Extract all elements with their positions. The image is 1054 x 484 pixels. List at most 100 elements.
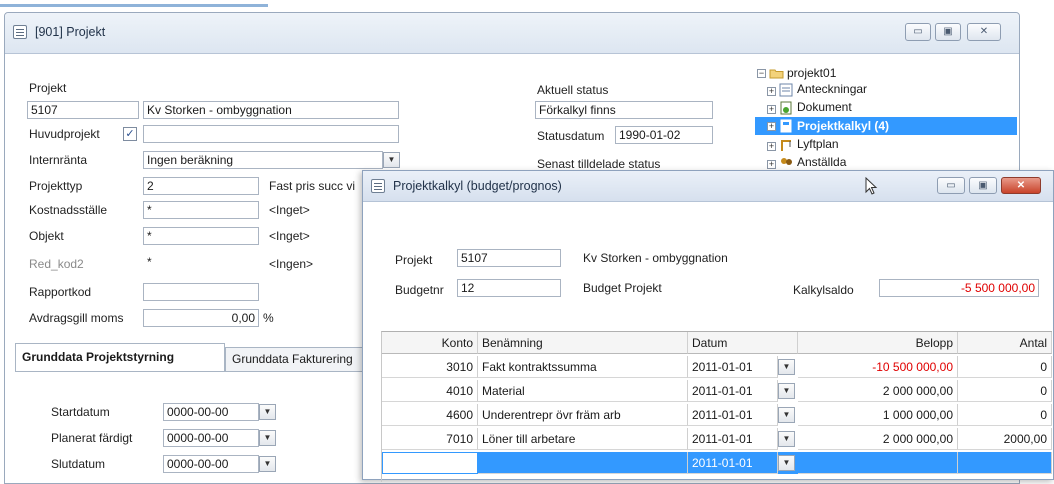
crane-icon <box>781 140 791 151</box>
column-header-antal[interactable]: Antal <box>958 332 1052 354</box>
column-header-konto[interactable]: Konto <box>382 332 478 354</box>
aktuell-status-label: Aktuell status <box>537 83 609 97</box>
avdragsgill-moms-label: Avdragsgill moms <box>29 311 124 325</box>
expand-icon[interactable]: + <box>767 122 776 131</box>
table-row-belopp[interactable]: 2 000 000,00 <box>798 428 958 450</box>
table-row-konto[interactable]: 4010 <box>382 380 478 402</box>
objekt-label: Objekt <box>29 229 64 243</box>
projekt-number-field[interactable]: 5107 <box>27 101 139 119</box>
child-maximize-button[interactable]: ▣ <box>969 177 997 194</box>
date-dropdown-icon[interactable]: ▼ <box>778 359 795 375</box>
table-row-konto[interactable]: 3010 <box>382 356 478 378</box>
date-dropdown-icon[interactable]: ▼ <box>778 455 795 471</box>
table-row-antal[interactable] <box>958 452 1052 474</box>
table-row-antal[interactable]: 0 <box>958 356 1052 378</box>
table-row-benamning[interactable]: Fakt kontraktssumma <box>478 356 688 378</box>
expand-icon[interactable]: + <box>767 87 776 96</box>
maximize-button[interactable]: ▣ <box>935 23 961 41</box>
table-row-belopp[interactable]: 1 000 000,00 <box>798 404 958 426</box>
kalkylsaldo-field: -5 500 000,00 <box>879 279 1039 297</box>
table-row-konto[interactable]: 4600 <box>382 404 478 426</box>
projekttyp-field[interactable]: 2 <box>143 177 259 195</box>
child-close-button[interactable]: ✕ <box>1001 177 1041 194</box>
projektkalkyl-titlebar[interactable]: Projektkalkyl (budget/prognos) ▭ ▣ ✕ <box>363 171 1053 202</box>
projekttyp-label: Projekttyp <box>29 179 83 193</box>
startdatum-field[interactable]: 0000-00-00 <box>163 403 259 421</box>
slutdatum-field[interactable]: 0000-00-00 <box>163 455 259 473</box>
tree-item-anteckningar[interactable]: Anteckningar <box>797 81 867 97</box>
expand-icon[interactable]: + <box>767 142 776 151</box>
objekt-field[interactable]: * <box>143 227 259 245</box>
projekt-name-field[interactable]: Kv Storken - ombyggnation <box>143 101 399 119</box>
table-row-benamning[interactable] <box>478 452 688 474</box>
huvudprojekt-field[interactable] <box>143 125 399 143</box>
expand-icon[interactable]: + <box>767 160 776 169</box>
planerat-fardigt-field[interactable]: 0000-00-00 <box>163 429 259 447</box>
table-row-datum[interactable]: 2011-01-01 <box>688 404 778 426</box>
child-minimize-button[interactable]: ▭ <box>937 177 965 194</box>
startdatum-label: Startdatum <box>51 405 110 419</box>
rapportkod-field[interactable] <box>143 283 259 301</box>
budgetnr-label: Budgetnr <box>395 283 444 297</box>
table-row-belopp[interactable]: -10 500 000,00 <box>798 356 958 378</box>
calculator-icon <box>780 119 792 133</box>
slutdatum-label: Slutdatum <box>51 457 106 471</box>
internranta-select[interactable]: Ingen beräkning <box>143 151 383 169</box>
huvudprojekt-checkbox[interactable]: ✓ <box>123 127 137 141</box>
collapse-icon[interactable]: − <box>757 69 766 78</box>
tree-item-anstallda[interactable]: Anställda <box>797 154 846 170</box>
aktuell-status-field: Förkalkyl finns <box>535 101 713 119</box>
projekt-window-titlebar[interactable]: [901] Projekt ▭ ▣ ✕ <box>5 13 1019 54</box>
table-row-datum[interactable]: 2011-01-01 <box>688 380 778 402</box>
startdatum-calendar-icon[interactable]: ▼ <box>259 404 276 420</box>
avdragsgill-moms-field[interactable]: 0,00 <box>143 309 259 327</box>
tab-panel-border <box>15 371 367 372</box>
table-row-benamning[interactable]: Löner till arbetare <box>478 428 688 450</box>
table-row-antal[interactable]: 2000,00 <box>958 428 1052 450</box>
window-menu-icon[interactable] <box>371 179 385 193</box>
table-row-belopp[interactable] <box>798 452 958 474</box>
rapportkod-label: Rapportkod <box>29 285 92 299</box>
tree-item-projektkalkyl[interactable]: Projektkalkyl (4) <box>797 118 889 134</box>
child-window-title: Projektkalkyl (budget/prognos) <box>393 179 562 193</box>
tree-item-lyftplan[interactable]: Lyftplan <box>797 136 839 152</box>
column-header-benamning[interactable]: Benämning <box>478 332 688 354</box>
people-icon <box>781 158 792 165</box>
table-row-konto[interactable]: 7010 <box>382 428 478 450</box>
notes-icon <box>779 83 793 97</box>
tree-item-dokument[interactable]: Dokument <box>797 99 852 115</box>
table-row-datum[interactable]: 2011-01-01 <box>688 428 778 450</box>
date-dropdown-icon[interactable]: ▼ <box>778 407 795 423</box>
new-row-konto-input[interactable] <box>382 452 478 474</box>
tab-grunddata-fakturering[interactable]: Grunddata Fakturering <box>225 347 365 371</box>
window-menu-icon[interactable] <box>13 25 27 39</box>
window-title: [901] Projekt <box>35 25 106 39</box>
objekt-description: <Inget> <box>269 229 310 243</box>
expand-icon[interactable]: + <box>767 105 776 114</box>
table-row-benamning[interactable]: Material <box>478 380 688 402</box>
close-button[interactable]: ✕ <box>967 23 1001 41</box>
table-row-antal[interactable]: 0 <box>958 380 1052 402</box>
tab-grunddata-projektstyrning[interactable]: Grunddata Projektstyrning <box>15 343 225 371</box>
table-row-belopp[interactable]: 2 000 000,00 <box>798 380 958 402</box>
child-projekt-label: Projekt <box>395 253 433 267</box>
table-row-datum[interactable]: 2011-01-01 <box>688 452 778 474</box>
slutdatum-calendar-icon[interactable]: ▼ <box>259 456 276 472</box>
kostnadsstalle-field[interactable]: * <box>143 201 259 219</box>
project-tree: − projekt01 + Anteckningar + Dokument + … <box>755 65 1017 185</box>
tree-root-label[interactable]: projekt01 <box>787 65 836 81</box>
date-dropdown-icon[interactable]: ▼ <box>778 431 795 447</box>
date-dropdown-icon[interactable]: ▼ <box>778 383 795 399</box>
planerat-fardigt-calendar-icon[interactable]: ▼ <box>259 430 276 446</box>
minimize-button[interactable]: ▭ <box>905 23 931 41</box>
mouse-cursor-icon <box>865 177 878 195</box>
column-header-belopp[interactable]: Belopp <box>798 332 958 354</box>
child-projekt-field[interactable]: 5107 <box>457 249 561 267</box>
table-row-benamning[interactable]: Underentrepr övr främ arb <box>478 404 688 426</box>
chevron-down-icon[interactable]: ▼ <box>383 152 400 168</box>
table-row-datum[interactable]: 2011-01-01 <box>688 356 778 378</box>
budgetnr-field[interactable]: 12 <box>457 279 561 297</box>
toolbar-edge <box>0 4 268 7</box>
column-header-datum[interactable]: Datum <box>688 332 798 354</box>
table-row-antal[interactable]: 0 <box>958 404 1052 426</box>
